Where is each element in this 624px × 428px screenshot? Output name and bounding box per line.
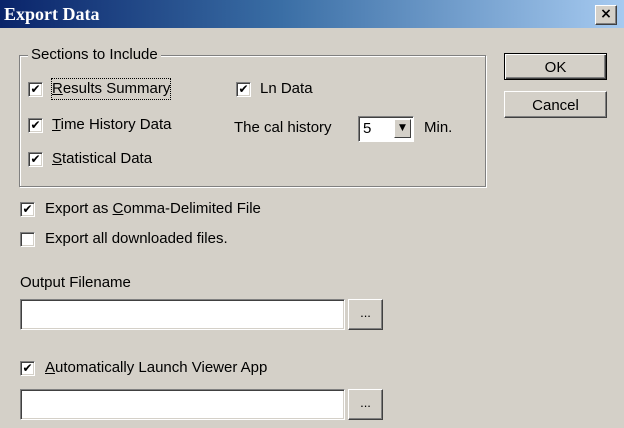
viewer-browse-button[interactable]: ...: [348, 389, 383, 420]
cancel-button[interactable]: Cancel: [504, 91, 607, 118]
close-icon: ×: [600, 6, 612, 22]
label-text: utomatically Launch Viewer App: [55, 359, 268, 376]
output-browse-button[interactable]: ...: [348, 299, 383, 330]
label-text: esults Summary: [62, 80, 171, 97]
label-text: tatistical Data: [62, 150, 153, 167]
dropdown-button[interactable]: ▼: [394, 119, 411, 138]
label-text: ime History Data: [60, 116, 172, 133]
results-summary-label[interactable]: Results Summary: [50, 78, 172, 100]
label-text: Export as: [45, 200, 113, 217]
time-history-checkbox[interactable]: ✔: [28, 118, 43, 133]
time-history-label[interactable]: Time History Data: [52, 115, 171, 135]
sections-group-legend: Sections to Include: [28, 45, 161, 65]
cal-history-label: The cal history: [234, 119, 332, 136]
statistical-checkbox[interactable]: ✔: [28, 152, 43, 167]
export-all-label[interactable]: Export all downloaded files.: [45, 229, 228, 249]
export-all-checkbox[interactable]: [20, 232, 35, 247]
title-bar: Export Data ×: [0, 0, 624, 28]
close-button[interactable]: ×: [595, 5, 617, 25]
label-text: omma-Delimited File: [123, 200, 261, 217]
checkmark-icon: ✔: [30, 82, 41, 96]
checkmark-icon: ✔: [238, 82, 249, 96]
checkmark-icon: ✔: [22, 361, 33, 375]
results-summary-checkbox[interactable]: ✔: [28, 82, 43, 97]
launch-viewer-checkbox[interactable]: ✔: [20, 361, 35, 376]
accelerator-key: S: [52, 150, 63, 167]
ln-data-label[interactable]: Ln Data: [260, 79, 313, 99]
ln-data-checkbox[interactable]: ✔: [236, 82, 251, 97]
launch-viewer-label[interactable]: Automatically Launch Viewer App: [45, 358, 267, 378]
comma-delimited-label[interactable]: Export as Comma-Delimited File: [45, 199, 261, 219]
viewer-path-input[interactable]: [20, 389, 345, 420]
cal-history-unit: Min.: [424, 119, 453, 136]
checkmark-icon: ✔: [30, 152, 41, 166]
checkmark-icon: ✔: [30, 118, 41, 132]
statistical-label[interactable]: Statistical Data: [52, 149, 152, 169]
output-filename-input[interactable]: [20, 299, 345, 330]
comma-delimited-checkbox[interactable]: ✔: [20, 202, 35, 217]
cal-history-value: 5: [363, 120, 372, 137]
checkmark-icon: ✔: [22, 202, 33, 216]
chevron-down-icon: ▼: [399, 123, 406, 133]
ok-button[interactable]: OK: [504, 53, 607, 80]
window-title: Export Data: [4, 4, 100, 24]
accelerator-key: T: [52, 116, 61, 133]
accelerator-key: C: [112, 200, 124, 217]
output-filename-label: Output Filename: [20, 274, 131, 291]
cal-history-select[interactable]: 5 ▼: [358, 116, 414, 142]
accelerator-key: R: [52, 80, 63, 97]
accelerator-key: A: [45, 359, 56, 376]
